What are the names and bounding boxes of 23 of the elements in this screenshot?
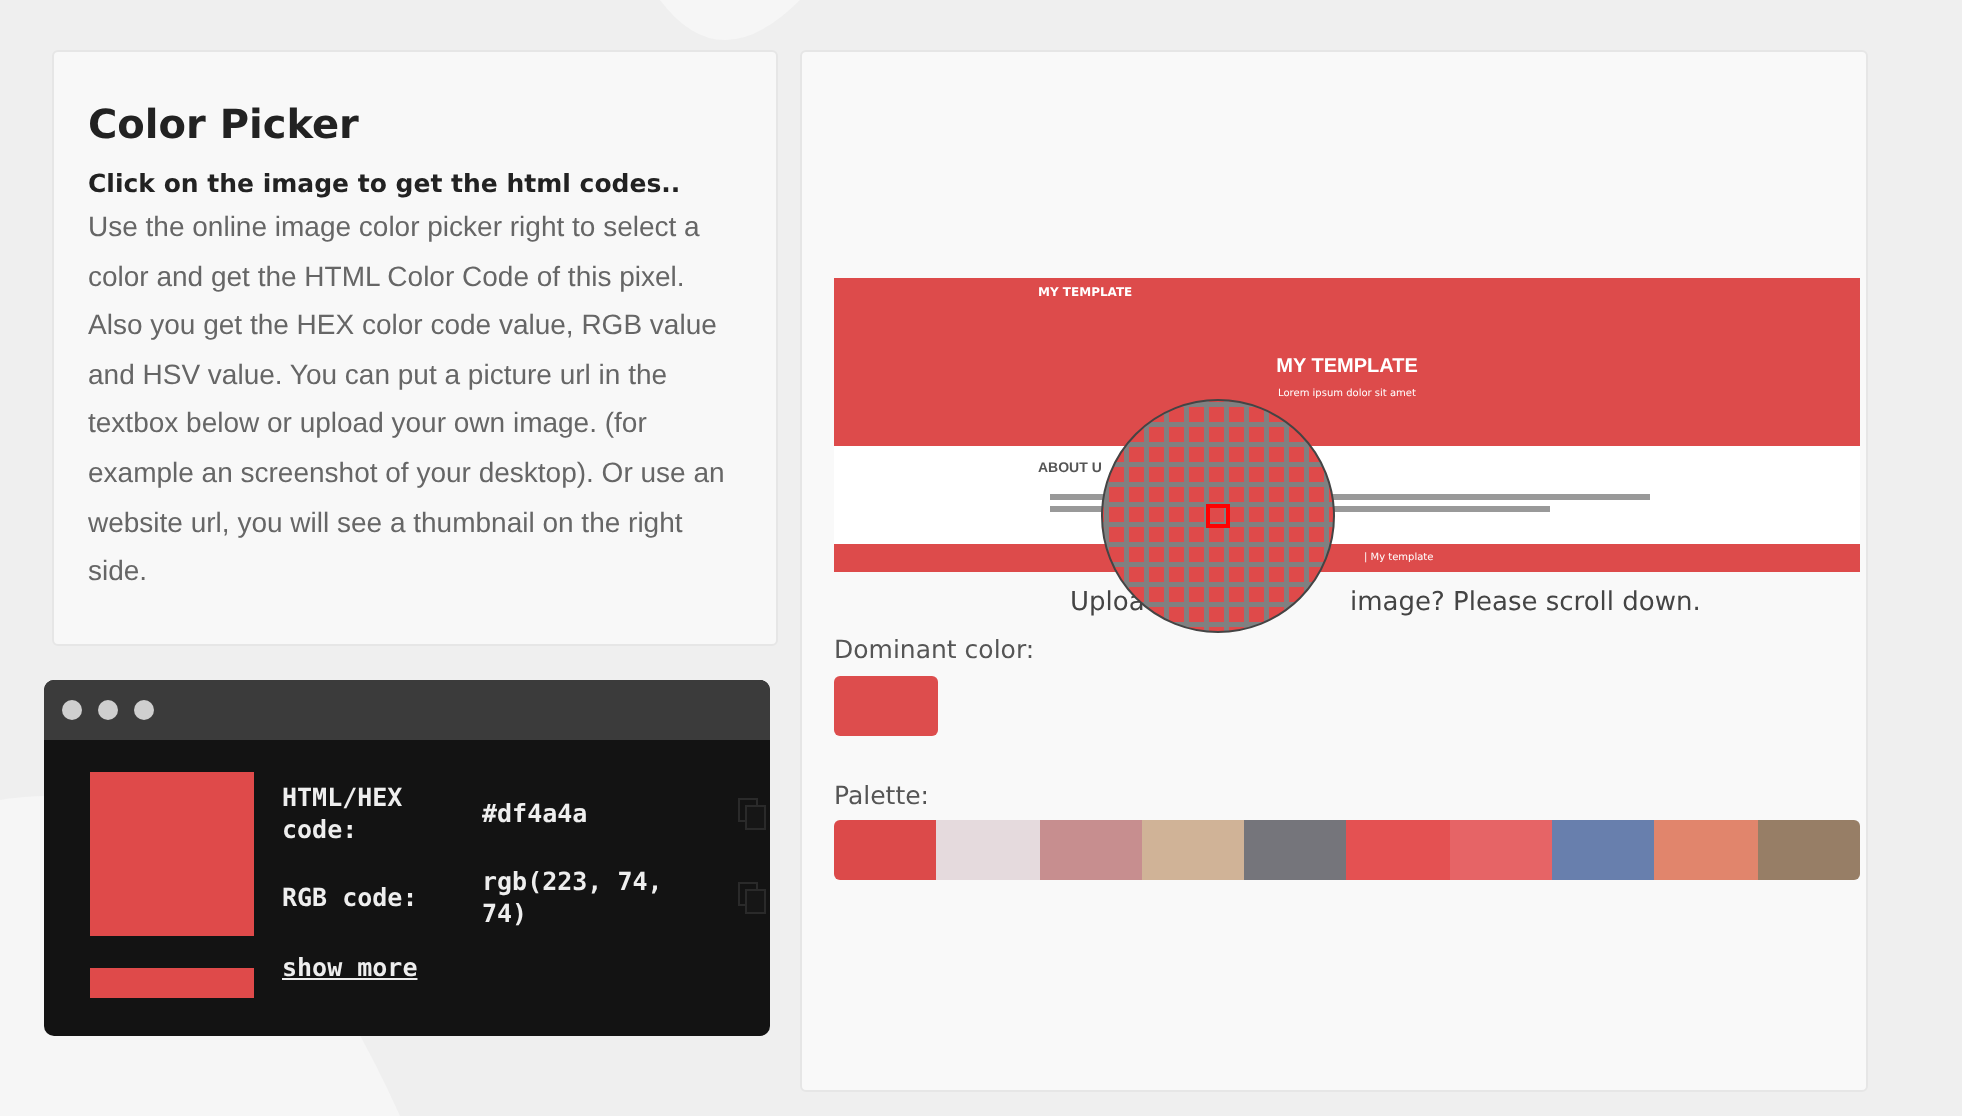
instruction-heading: Click on the image to get the html codes.. [88,168,683,198]
palette-swatch[interactable] [1039,820,1142,880]
dominant-color-label: Dominant color: [834,634,1037,664]
template-title: MY TEMPLATE [1276,356,1418,378]
palette-swatch[interactable] [834,820,937,880]
palette-swatch[interactable] [1654,820,1758,880]
window-dots-icon [62,700,154,720]
description-text: Use the online image color picker right to select a color and get the HTML Color Code of this pixel. Also you get the HEX color code value, RGB value and HSV value. You can put a picture url in the textbox below or upload your own image. (for example an screenshot of your desktop). Or use an website url, you will see a thumbnail on the right side. [88,208,727,591]
page-title: Color Picker [88,100,361,148]
palette-swatch[interactable] [1244,820,1347,880]
code-value: rgb(223, 74, 74) [482,866,665,930]
code-label: RGB code: [282,882,420,914]
code-label: HTML/HEX code: [282,782,405,846]
palette-swatch[interactable] [1552,820,1655,880]
upload-note: image? Please scroll down. [1350,587,1701,617]
show-more-link[interactable]: show more [282,952,418,982]
palette-label: Palette: [834,780,932,810]
palette-swatch[interactable] [1757,820,1860,880]
palette-swatch[interactable] [936,820,1040,880]
palette-swatch[interactable] [1449,820,1553,880]
palette-swatch[interactable] [1141,820,1245,880]
palette-swatch[interactable] [1346,820,1450,880]
code-value: #df4a4a [482,798,590,830]
